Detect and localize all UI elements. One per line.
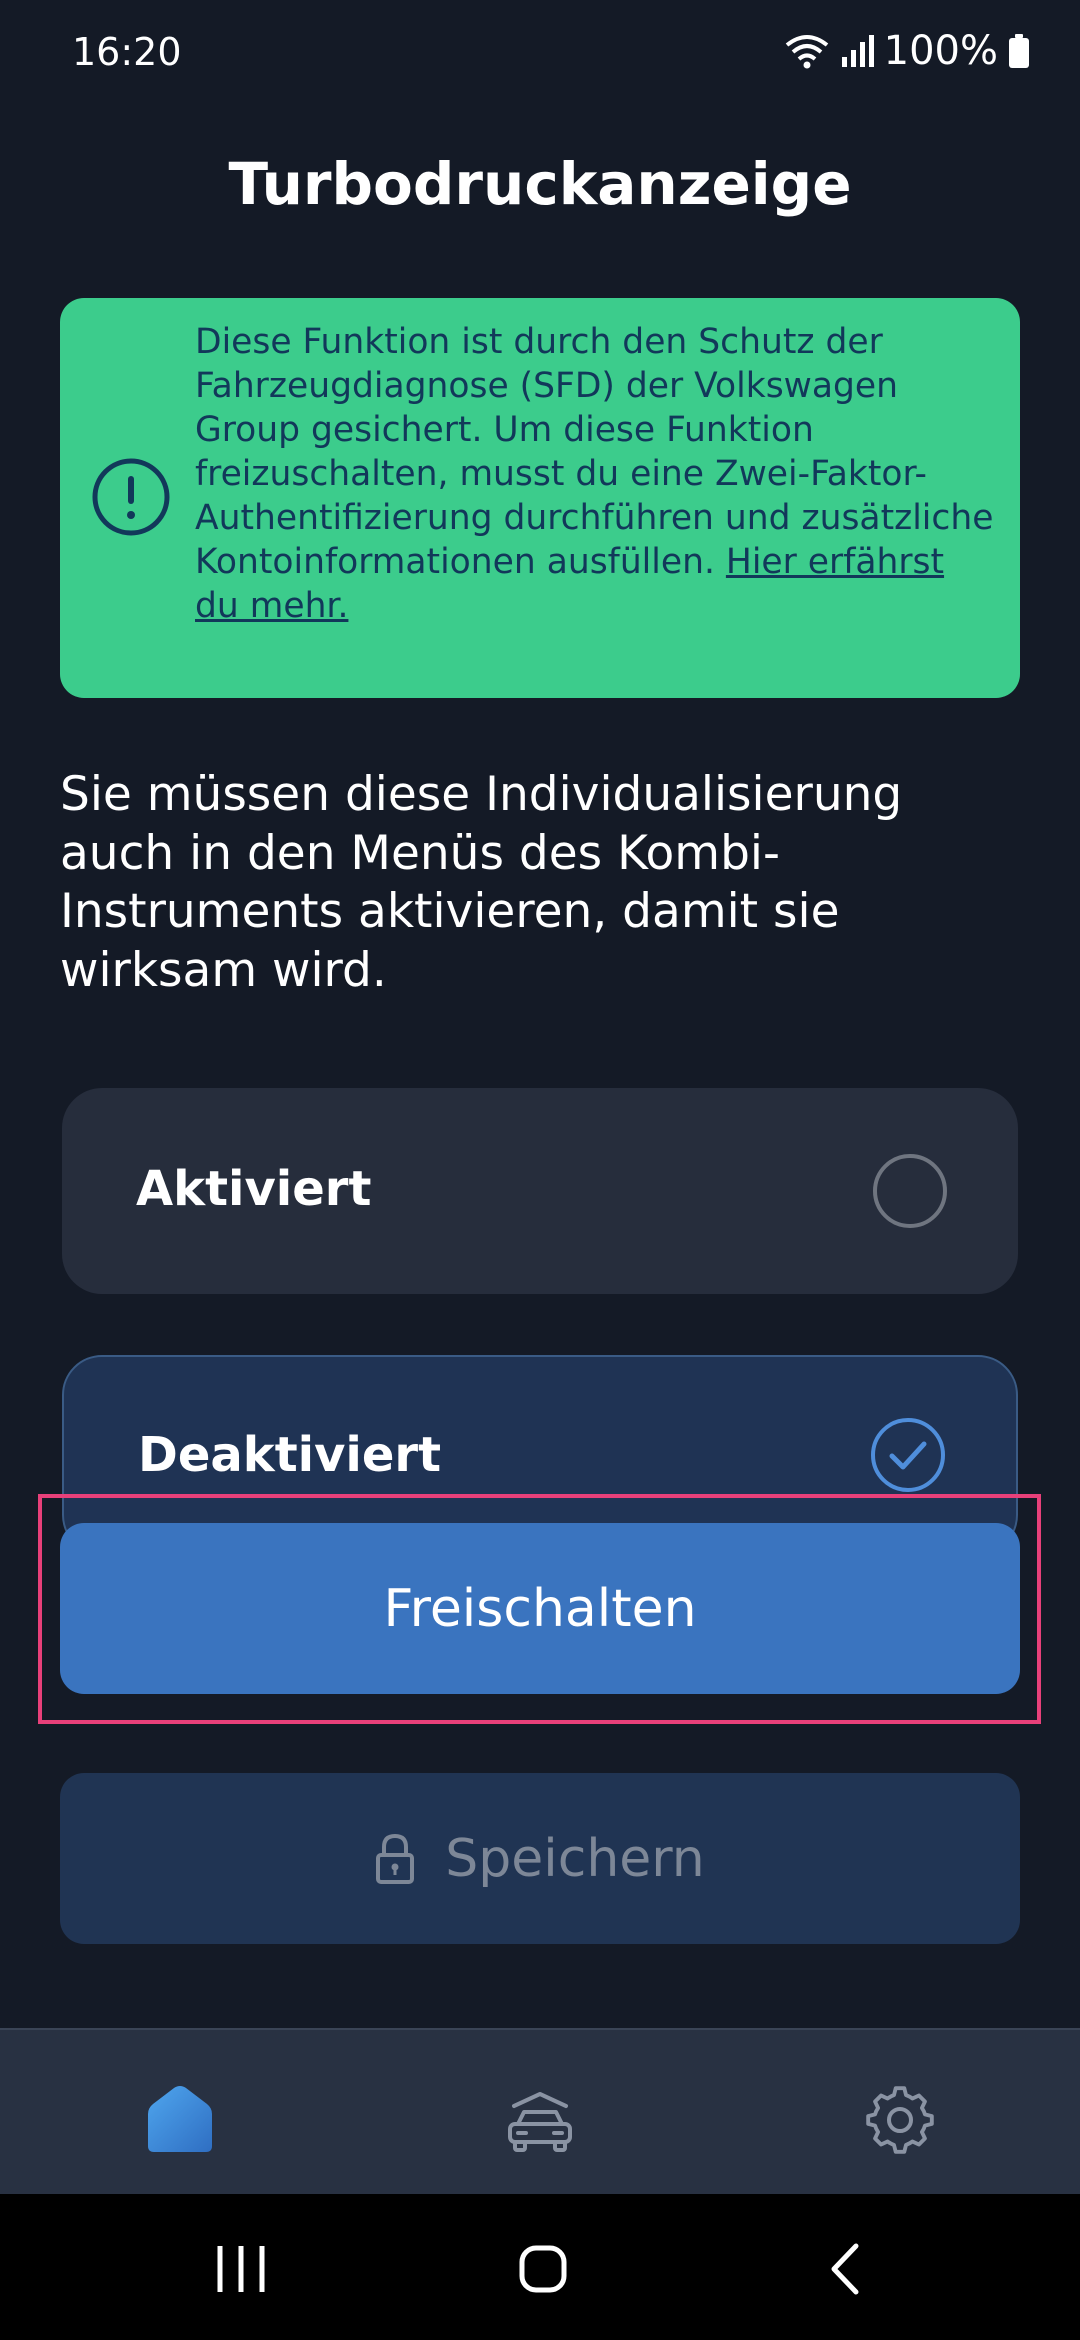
car-icon[interactable] xyxy=(500,2080,580,2160)
home-circle-icon[interactable] xyxy=(508,2234,578,2304)
wifi-icon xyxy=(785,35,828,69)
battery-icon xyxy=(1009,34,1029,68)
option-activated[interactable]: Aktiviert xyxy=(62,1088,1018,1294)
battery-percent: 100% xyxy=(883,28,998,74)
status-icons: 100% xyxy=(784,28,1030,74)
radio-checked-icon[interactable] xyxy=(870,1417,946,1493)
notice-text: Diese Funktion ist durch den Schutz der … xyxy=(195,320,995,628)
sfd-notice-card: Diese Funktion ist durch den Schutz der … xyxy=(60,298,1020,698)
save-button[interactable]: Speichern xyxy=(60,1773,1020,1944)
system-nav xyxy=(0,2194,1080,2340)
back-icon[interactable] xyxy=(812,2234,882,2304)
exclamation-circle-icon xyxy=(92,458,170,536)
status-time: 16:20 xyxy=(72,30,182,74)
lock-icon xyxy=(376,1833,415,1884)
status-bar: 16:20 100% xyxy=(0,0,1080,100)
bottom-nav xyxy=(0,2028,1080,2194)
recents-icon[interactable] xyxy=(206,2234,276,2304)
option-activated-label: Aktiviert xyxy=(136,1161,372,1217)
gear-icon[interactable] xyxy=(860,2080,940,2160)
highlight-frame xyxy=(38,1494,1041,1724)
page-title: Turbodruckanzeige xyxy=(228,150,852,218)
signal-icon xyxy=(841,35,874,67)
info-text: Sie müssen diese Individualisierung auch… xyxy=(60,767,903,998)
option-deactivated-label: Deaktiviert xyxy=(138,1427,442,1483)
save-label: Speichern xyxy=(445,1828,705,1889)
home-icon[interactable] xyxy=(140,2080,220,2160)
radio-unchecked-icon[interactable] xyxy=(872,1153,948,1229)
